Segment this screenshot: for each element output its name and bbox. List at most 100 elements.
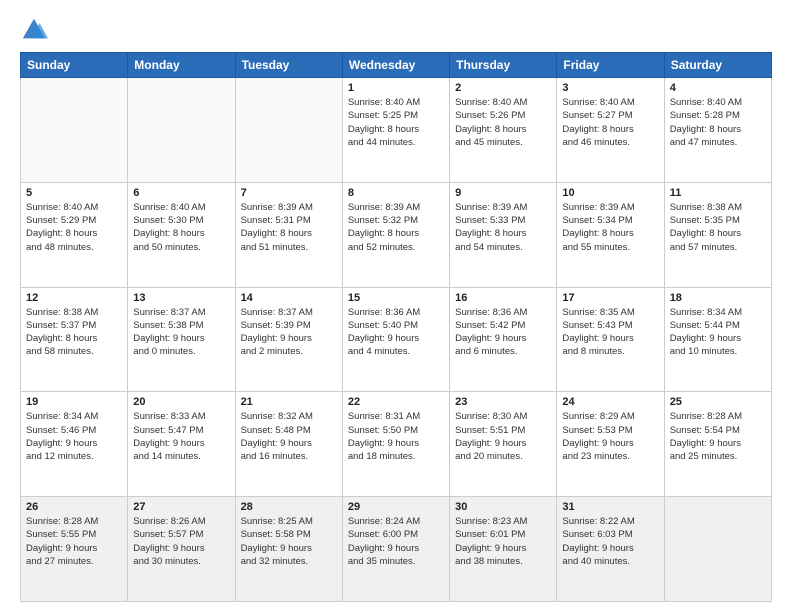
day-number: 7 <box>241 187 337 199</box>
day-info: Sunrise: 8:26 AM Sunset: 5:57 PM Dayligh… <box>133 515 229 568</box>
day-number: 28 <box>241 501 337 513</box>
header-sunday: Sunday <box>21 53 128 78</box>
header <box>20 16 772 44</box>
day-number: 24 <box>562 396 658 408</box>
calendar-cell: 5Sunrise: 8:40 AM Sunset: 5:29 PM Daylig… <box>21 182 128 287</box>
calendar-cell: 14Sunrise: 8:37 AM Sunset: 5:39 PM Dayli… <box>235 287 342 392</box>
calendar-week-1: 1 Sunrise: 8:40 AM Sunset: 5:25 PM Daylig… <box>21 78 772 183</box>
day-info: Sunrise: 8:40 AM Sunset: 5:29 PM Dayligh… <box>26 201 122 254</box>
calendar-cell <box>128 78 235 183</box>
header-friday: Friday <box>557 53 664 78</box>
calendar-week-4: 19 Sunrise: 8:34 AM Sunset: 5:46 PM Dayli… <box>21 392 772 497</box>
day-info: Sunrise: 8:33 AM Sunset: 5:47 PM Dayligh… <box>133 410 229 463</box>
day-number: 3 <box>562 82 658 94</box>
day-info: Sunrise: 8:25 AM Sunset: 5:58 PM Dayligh… <box>241 515 337 568</box>
day-info: Sunrise: 8:24 AM Sunset: 6:00 PM Dayligh… <box>348 515 444 568</box>
day-info: Sunrise: 8:28 AM Sunset: 5:54 PM Dayligh… <box>670 410 766 463</box>
weekday-header-row: Sunday Monday Tuesday Wednesday Thursday… <box>21 53 772 78</box>
calendar-cell: 18 Sunrise: 8:34 AM Sunset: 5:44 PM Dayli… <box>664 287 771 392</box>
day-info: Sunrise: 8:36 AM Sunset: 5:40 PM Dayligh… <box>348 306 444 359</box>
day-number: 4 <box>670 82 766 94</box>
calendar-cell: 26 Sunrise: 8:28 AM Sunset: 5:55 PM Dayli… <box>21 497 128 602</box>
calendar-cell: 9 Sunrise: 8:39 AM Sunset: 5:33 PM Daylig… <box>450 182 557 287</box>
calendar-cell: 25Sunrise: 8:28 AM Sunset: 5:54 PM Dayli… <box>664 392 771 497</box>
calendar-cell: 13 Sunrise: 8:37 AM Sunset: 5:38 PM Dayli… <box>128 287 235 392</box>
calendar-cell: 2 Sunrise: 8:40 AM Sunset: 5:26 PM Daylig… <box>450 78 557 183</box>
day-number: 20 <box>133 396 229 408</box>
day-number: 10 <box>562 187 658 199</box>
calendar-cell: 29 Sunrise: 8:24 AM Sunset: 6:00 PM Dayli… <box>342 497 449 602</box>
calendar-cell: 15 Sunrise: 8:36 AM Sunset: 5:40 PM Dayli… <box>342 287 449 392</box>
day-info: Sunrise: 8:34 AM Sunset: 5:46 PM Dayligh… <box>26 410 122 463</box>
day-info: Sunrise: 8:36 AM Sunset: 5:42 PM Dayligh… <box>455 306 551 359</box>
day-info: Sunrise: 8:40 AM Sunset: 5:26 PM Dayligh… <box>455 96 551 149</box>
day-info: Sunrise: 8:40 AM Sunset: 5:30 PM Dayligh… <box>133 201 229 254</box>
day-info: Sunrise: 8:39 AM Sunset: 5:31 PM Dayligh… <box>241 201 337 254</box>
day-info: Sunrise: 8:38 AM Sunset: 5:37 PM Dayligh… <box>26 306 122 359</box>
day-number: 2 <box>455 82 551 94</box>
day-number: 29 <box>348 501 444 513</box>
day-number: 19 <box>26 396 122 408</box>
calendar-cell: 17Sunrise: 8:35 AM Sunset: 5:43 PM Dayli… <box>557 287 664 392</box>
day-number: 23 <box>455 396 551 408</box>
calendar-cell: 24 Sunrise: 8:29 AM Sunset: 5:53 PM Dayli… <box>557 392 664 497</box>
day-info: Sunrise: 8:28 AM Sunset: 5:55 PM Dayligh… <box>26 515 122 568</box>
day-number: 16 <box>455 292 551 304</box>
day-number: 6 <box>133 187 229 199</box>
calendar-cell: 28 Sunrise: 8:25 AM Sunset: 5:58 PM Dayli… <box>235 497 342 602</box>
calendar-cell <box>664 497 771 602</box>
header-monday: Monday <box>128 53 235 78</box>
calendar-cell: 3 Sunrise: 8:40 AM Sunset: 5:27 PM Daylig… <box>557 78 664 183</box>
day-number: 15 <box>348 292 444 304</box>
calendar-cell: 16 Sunrise: 8:36 AM Sunset: 5:42 PM Dayli… <box>450 287 557 392</box>
calendar-cell: 6 Sunrise: 8:40 AM Sunset: 5:30 PM Daylig… <box>128 182 235 287</box>
logo-icon <box>20 16 48 44</box>
calendar-week-5: 26 Sunrise: 8:28 AM Sunset: 5:55 PM Dayli… <box>21 497 772 602</box>
day-info: Sunrise: 8:39 AM Sunset: 5:34 PM Dayligh… <box>562 201 658 254</box>
day-info: Sunrise: 8:38 AM Sunset: 5:35 PM Dayligh… <box>670 201 766 254</box>
day-number: 1 <box>348 82 444 94</box>
day-info: Sunrise: 8:23 AM Sunset: 6:01 PM Dayligh… <box>455 515 551 568</box>
day-number: 9 <box>455 187 551 199</box>
day-info: Sunrise: 8:29 AM Sunset: 5:53 PM Dayligh… <box>562 410 658 463</box>
day-info: Sunrise: 8:35 AM Sunset: 5:43 PM Dayligh… <box>562 306 658 359</box>
header-saturday: Saturday <box>664 53 771 78</box>
day-info: Sunrise: 8:37 AM Sunset: 5:38 PM Dayligh… <box>133 306 229 359</box>
calendar-cell: 20 Sunrise: 8:33 AM Sunset: 5:47 PM Dayli… <box>128 392 235 497</box>
day-info: Sunrise: 8:40 AM Sunset: 5:25 PM Dayligh… <box>348 96 444 149</box>
day-number: 21 <box>241 396 337 408</box>
calendar-cell <box>21 78 128 183</box>
day-info: Sunrise: 8:31 AM Sunset: 5:50 PM Dayligh… <box>348 410 444 463</box>
day-number: 22 <box>348 396 444 408</box>
calendar-cell <box>235 78 342 183</box>
page: Sunday Monday Tuesday Wednesday Thursday… <box>0 0 792 612</box>
calendar-table: Sunday Monday Tuesday Wednesday Thursday… <box>20 52 772 602</box>
day-info: Sunrise: 8:32 AM Sunset: 5:48 PM Dayligh… <box>241 410 337 463</box>
calendar-cell: 11Sunrise: 8:38 AM Sunset: 5:35 PM Dayli… <box>664 182 771 287</box>
day-info: Sunrise: 8:40 AM Sunset: 5:27 PM Dayligh… <box>562 96 658 149</box>
day-info: Sunrise: 8:22 AM Sunset: 6:03 PM Dayligh… <box>562 515 658 568</box>
header-tuesday: Tuesday <box>235 53 342 78</box>
calendar-cell: 23Sunrise: 8:30 AM Sunset: 5:51 PM Dayli… <box>450 392 557 497</box>
calendar-cell: 8Sunrise: 8:39 AM Sunset: 5:32 PM Daylig… <box>342 182 449 287</box>
day-number: 26 <box>26 501 122 513</box>
day-info: Sunrise: 8:34 AM Sunset: 5:44 PM Dayligh… <box>670 306 766 359</box>
day-info: Sunrise: 8:40 AM Sunset: 5:28 PM Dayligh… <box>670 96 766 149</box>
logo <box>20 16 52 44</box>
calendar-cell: 4 Sunrise: 8:40 AM Sunset: 5:28 PM Daylig… <box>664 78 771 183</box>
day-info: Sunrise: 8:39 AM Sunset: 5:33 PM Dayligh… <box>455 201 551 254</box>
calendar-cell: 27 Sunrise: 8:26 AM Sunset: 5:57 PM Dayli… <box>128 497 235 602</box>
calendar-cell: 19 Sunrise: 8:34 AM Sunset: 5:46 PM Dayli… <box>21 392 128 497</box>
day-number: 8 <box>348 187 444 199</box>
calendar-cell: 12Sunrise: 8:38 AM Sunset: 5:37 PM Dayli… <box>21 287 128 392</box>
header-wednesday: Wednesday <box>342 53 449 78</box>
day-info: Sunrise: 8:37 AM Sunset: 5:39 PM Dayligh… <box>241 306 337 359</box>
day-number: 18 <box>670 292 766 304</box>
calendar-cell: 7 Sunrise: 8:39 AM Sunset: 5:31 PM Daylig… <box>235 182 342 287</box>
day-number: 27 <box>133 501 229 513</box>
calendar-cell: 21 Sunrise: 8:32 AM Sunset: 5:48 PM Dayli… <box>235 392 342 497</box>
calendar-cell: 22 Sunrise: 8:31 AM Sunset: 5:50 PM Dayli… <box>342 392 449 497</box>
calendar-week-3: 12Sunrise: 8:38 AM Sunset: 5:37 PM Dayli… <box>21 287 772 392</box>
day-number: 13 <box>133 292 229 304</box>
calendar-cell: 1 Sunrise: 8:40 AM Sunset: 5:25 PM Daylig… <box>342 78 449 183</box>
